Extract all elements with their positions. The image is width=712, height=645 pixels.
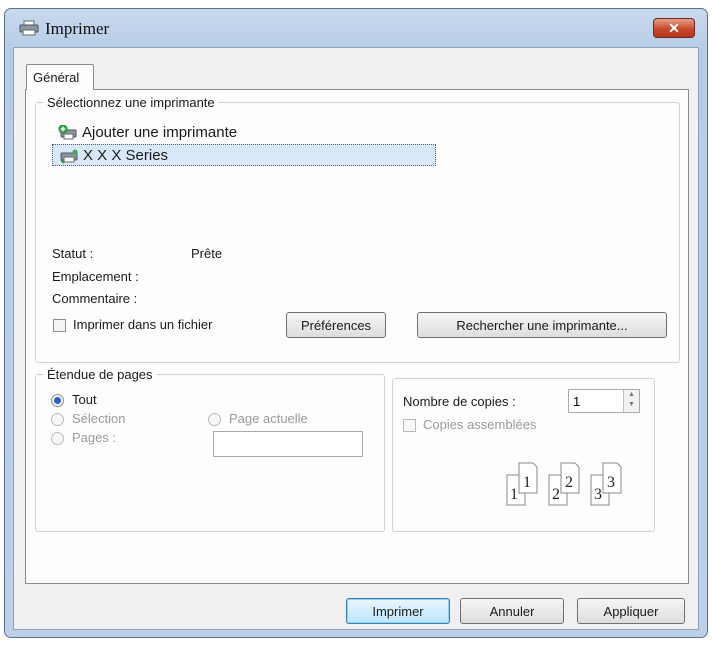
window-title: Imprimer	[45, 19, 110, 38]
print-button[interactable]: Imprimer	[346, 598, 450, 624]
close-icon: ✕	[668, 20, 680, 36]
add-printer-icon	[58, 125, 77, 140]
chevron-down-icon[interactable]: ▼	[624, 400, 639, 410]
status-value: Prête	[191, 246, 223, 261]
radio-pages[interactable]	[51, 432, 64, 445]
collate-page-number: 1	[523, 474, 531, 491]
comment-label: Commentaire :	[52, 291, 138, 306]
page-range-legend: Étendue de pages	[47, 367, 153, 382]
printer-select-group: Sélectionnez une imprimante Ajouter une …	[35, 95, 680, 363]
radio-all-label[interactable]: Tout	[72, 392, 97, 407]
tab-panel-general: Sélectionnez une imprimante Ajouter une …	[25, 89, 689, 584]
collate-label[interactable]: Copies assemblées	[423, 417, 536, 432]
close-button[interactable]: ✕	[653, 18, 695, 38]
printer-item-label: Ajouter une imprimante	[82, 124, 238, 141]
dialog-client-area: Général Sélectionnez une imprimante Ajou…	[13, 47, 699, 630]
copies-group: Nombre de copies : ▲ ▼ Copies assemblées	[392, 378, 655, 532]
print-to-file-label[interactable]: Imprimer dans un fichier	[73, 317, 212, 332]
printer-item-xxx-series[interactable]: X X X Series	[52, 144, 436, 166]
collate-page-number: 2	[552, 486, 560, 503]
print-to-file-checkbox[interactable]	[53, 319, 66, 332]
radio-current-page[interactable]	[208, 413, 221, 426]
collate-checkbox[interactable]	[403, 419, 416, 432]
printer-icon	[19, 20, 39, 36]
radio-all[interactable]	[51, 394, 64, 407]
title-bar[interactable]: Imprimer ✕	[5, 9, 707, 47]
printer-item-label: X X X Series	[83, 147, 169, 164]
collate-pages-icon: 1 1 2 2 3 3	[506, 462, 622, 506]
preferences-button[interactable]: Préférences	[286, 312, 386, 338]
copies-spinner[interactable]: ▲ ▼	[623, 390, 639, 412]
printer-item-add[interactable]: Ajouter une imprimante	[52, 122, 436, 144]
status-label: Statut :	[52, 246, 94, 261]
radio-current-page-label[interactable]: Page actuelle	[229, 411, 308, 426]
apply-button[interactable]: Appliquer	[577, 598, 685, 624]
find-printer-button[interactable]: Rechercher une imprimante...	[417, 312, 667, 338]
tab-general[interactable]: Général	[26, 64, 94, 90]
radio-selection[interactable]	[51, 413, 64, 426]
printer-list[interactable]: Ajouter une imprimante X X X Series	[52, 122, 436, 166]
printer-group-legend: Sélectionnez une imprimante	[47, 95, 215, 110]
printer-icon	[60, 149, 78, 164]
copies-label: Nombre de copies :	[403, 394, 516, 409]
chevron-up-icon[interactable]: ▲	[624, 390, 639, 400]
pages-input[interactable]	[213, 431, 363, 457]
collate-page-number: 1	[510, 486, 518, 503]
radio-pages-label[interactable]: Pages :	[72, 430, 116, 445]
collate-page-number: 3	[594, 486, 602, 503]
collate-page-number: 2	[565, 474, 573, 491]
location-label: Emplacement :	[52, 269, 139, 284]
page-range-group: Étendue de pages Tout Sélection Page act…	[35, 367, 385, 532]
collate-page-number: 3	[607, 474, 615, 491]
print-dialog-window: Imprimer ✕ Général Sélectionnez une impr…	[4, 8, 708, 638]
cancel-button[interactable]: Annuler	[460, 598, 564, 624]
radio-selection-label[interactable]: Sélection	[72, 411, 125, 426]
